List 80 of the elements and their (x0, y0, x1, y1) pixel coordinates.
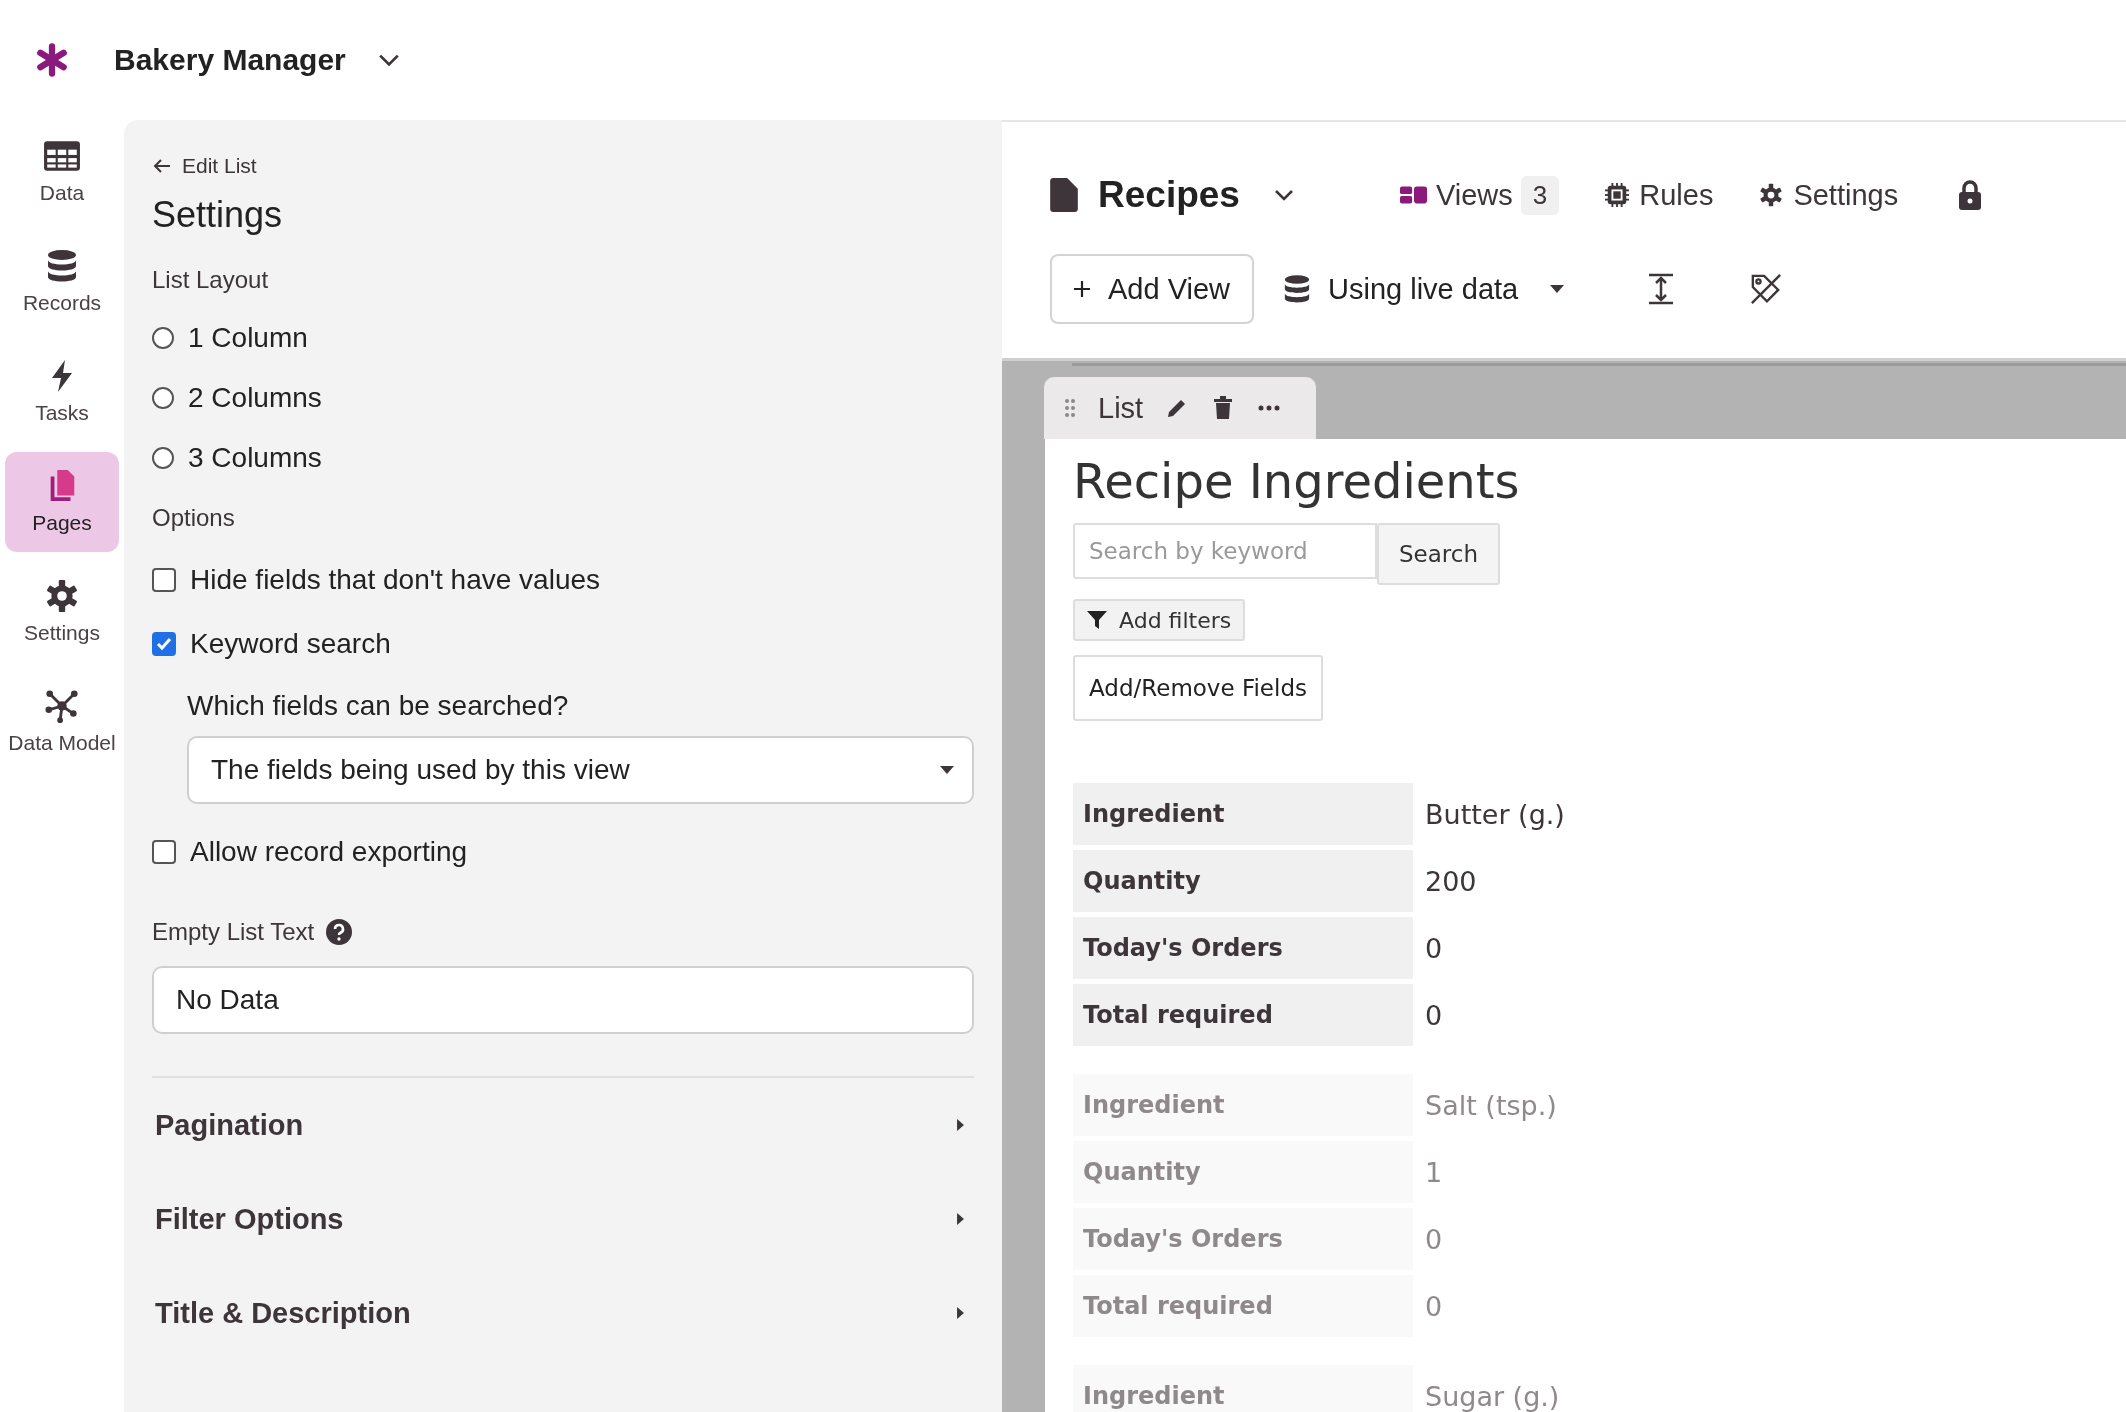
view-title: Recipe Ingredients (1073, 453, 1520, 509)
arrow-left-icon[interactable] (152, 158, 172, 174)
field-label: Quantity (1073, 1141, 1413, 1203)
data-source-dropdown[interactable]: Using live data (1284, 272, 1565, 306)
checkbox[interactable] (152, 840, 176, 864)
field-value: Sugar (g.) (1424, 1380, 1560, 1412)
field-label: Today's Orders (1073, 1208, 1413, 1270)
field-value: 0 (1424, 1290, 1443, 1322)
header-tab[interactable]: Rules (1603, 178, 1714, 212)
field-value: Salt (tsp.) (1424, 1089, 1557, 1121)
field-label: Ingredient (1073, 783, 1413, 845)
view-tab[interactable]: List (1044, 377, 1316, 439)
add-remove-fields-button[interactable]: Add/Remove Fields (1073, 655, 1323, 721)
caret-down-icon[interactable] (940, 766, 954, 774)
plus-icon[interactable] (1074, 281, 1090, 297)
add-view-button[interactable]: Add View (1050, 254, 1254, 324)
field-label: Today's Orders (1073, 917, 1413, 979)
radio-button[interactable] (152, 327, 174, 349)
field-value: 200 (1424, 865, 1477, 897)
header-tab[interactable]: Views 3 (1399, 175, 1560, 215)
field-value: 0 (1424, 1223, 1443, 1255)
caret-right-icon[interactable] (957, 1307, 964, 1319)
search-button[interactable]: Search (1377, 523, 1501, 585)
search-fields-dropdown[interactable]: The fields being used by this view (187, 736, 974, 804)
panel-title: Settings (152, 194, 283, 236)
radio-button[interactable] (152, 447, 174, 469)
caret-right-icon[interactable] (957, 1213, 964, 1225)
collapsible-section[interactable]: Pagination (152, 1078, 974, 1172)
radio-label: 3 Columns (188, 442, 322, 474)
filter-icon[interactable] (1087, 610, 1107, 630)
nav-item[interactable]: Data Model (5, 672, 119, 772)
radio-label: 2 Columns (188, 382, 322, 414)
back-link[interactable]: Edit List (152, 154, 257, 178)
chevron-down-icon[interactable] (377, 53, 400, 67)
app-name[interactable]: Bakery Manager (114, 43, 346, 77)
field-value: 0 (1424, 932, 1443, 964)
checkbox-label: Hide fields that don't have values (190, 564, 601, 596)
chevron-down-icon[interactable] (1273, 189, 1294, 201)
database-icon[interactable] (1284, 274, 1310, 304)
field-label: Total required (1073, 1275, 1413, 1337)
add-filters-button[interactable]: Add filters (1073, 599, 1246, 641)
radio-button[interactable] (152, 387, 174, 409)
field-value: 1 (1424, 1156, 1443, 1188)
document-icon (1050, 178, 1078, 212)
radio-label: 1 Column (188, 322, 308, 354)
field-label: Ingredient (1073, 1074, 1413, 1136)
asterisk-logo (34, 42, 70, 78)
nav-item[interactable]: Data (5, 122, 119, 222)
field-value: Butter (g.) (1424, 798, 1565, 830)
collapsible-section[interactable]: Filter Options (152, 1172, 974, 1266)
page-title: Recipes (1098, 174, 1240, 216)
chip-icon[interactable] (1603, 183, 1632, 207)
network-icon (43, 689, 81, 723)
header-tab[interactable]: Settings (1757, 178, 1899, 212)
tag-slash-icon[interactable] (1750, 273, 1783, 305)
nav-item[interactable]: Tasks (5, 342, 119, 442)
checkbox-label: Keyword search (190, 628, 391, 660)
section-label: Options (152, 504, 235, 532)
field-value: 0 (1424, 999, 1443, 1031)
search-field[interactable]: Search by keyword (1073, 523, 1377, 579)
help-icon[interactable] (326, 919, 353, 945)
expand-height-icon[interactable] (1648, 273, 1675, 305)
caret-down-icon[interactable] (1550, 285, 1565, 293)
caret-right-icon[interactable] (957, 1119, 964, 1131)
field-label: Ingredient (1073, 1365, 1413, 1412)
field-label: Quantity (1073, 850, 1413, 912)
lock-icon[interactable] (1958, 180, 1983, 210)
table-icon (43, 139, 81, 173)
field-label: Which fields can be searched? (187, 690, 569, 722)
drag-handle-icon[interactable] (1064, 398, 1076, 418)
empty-text-input[interactable]: No Data (152, 966, 974, 1034)
checkbox[interactable] (152, 568, 176, 592)
field-label: Total required (1073, 984, 1413, 1046)
nav-item[interactable]: Records (5, 232, 119, 332)
nav-item[interactable]: Pages (5, 452, 119, 552)
field-label: Empty List Text (152, 918, 315, 946)
checkbox-label: Allow record exporting (190, 836, 468, 868)
collapsible-section[interactable]: Title & Description (152, 1266, 974, 1360)
section-label: List Layout (152, 266, 269, 294)
nav-item[interactable]: Settings (5, 562, 119, 662)
